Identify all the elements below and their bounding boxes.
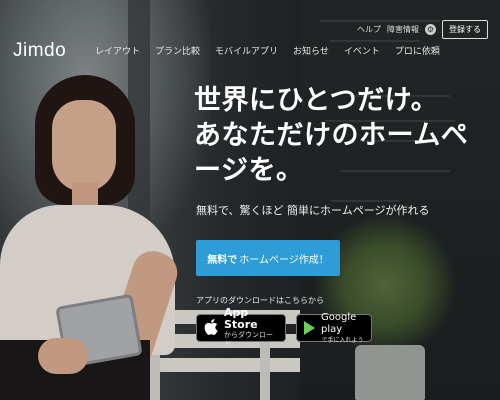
google-play-badge[interactable]: Google play で手に入れよう <box>296 311 372 344</box>
utility-links: ヘルプ 障害情報 ⚙ 登録する <box>357 20 488 39</box>
nav-item-plans[interactable]: プラン比較 <box>155 44 200 57</box>
nav-item-news[interactable]: お知らせ <box>293 44 329 57</box>
login-button[interactable]: 登録する <box>442 20 488 39</box>
gear-icon[interactable]: ⚙ <box>425 24 436 35</box>
hero-subline: 無料で、驚くほど 簡単にホームページが作れる <box>196 204 430 217</box>
google-play-sublabel: で手に入れよう <box>321 336 364 344</box>
app-download-label: アプリのダウンロードはこちらから <box>196 296 324 305</box>
app-store-badge[interactable]: App Store からダウンロード <box>196 307 286 348</box>
help-link[interactable]: ヘルプ <box>357 24 381 35</box>
headline-line-1: 世界にひとつだけ。 <box>194 85 439 116</box>
create-homepage-button[interactable]: 無料で ホームページ作成！ <box>196 240 340 276</box>
google-play-label: Google play <box>321 311 357 335</box>
jimdo-logo[interactable]: Jimdo <box>13 40 66 62</box>
cta-label: ホームページ作成！ <box>239 254 329 266</box>
headline-line-2: あなただけのホームペ <box>194 120 469 151</box>
headline-line-3: ージを。 <box>194 155 304 186</box>
google-play-icon <box>304 321 315 335</box>
app-store-label: App Store <box>224 306 258 331</box>
nav-item-hire-pro[interactable]: プロに依頼 <box>395 44 440 57</box>
apple-icon <box>204 318 218 338</box>
nav-item-layout[interactable]: レイアウト <box>95 44 140 57</box>
cta-bold-label: 無料で <box>207 254 238 266</box>
app-store-sublabel: からダウンロード <box>224 331 273 348</box>
hero-headline: 世界にひとつだけ。 あなただけのホームペ ージを。 <box>194 83 494 188</box>
main-nav: レイアウト プラン比較 モバイルアプリ お知らせ イベント プロに依頼 <box>95 44 440 57</box>
nav-item-mobile-app[interactable]: モバイルアプリ <box>215 44 278 57</box>
outage-info-link[interactable]: 障害情報 <box>387 24 419 35</box>
nav-item-events[interactable]: イベント <box>344 44 380 57</box>
